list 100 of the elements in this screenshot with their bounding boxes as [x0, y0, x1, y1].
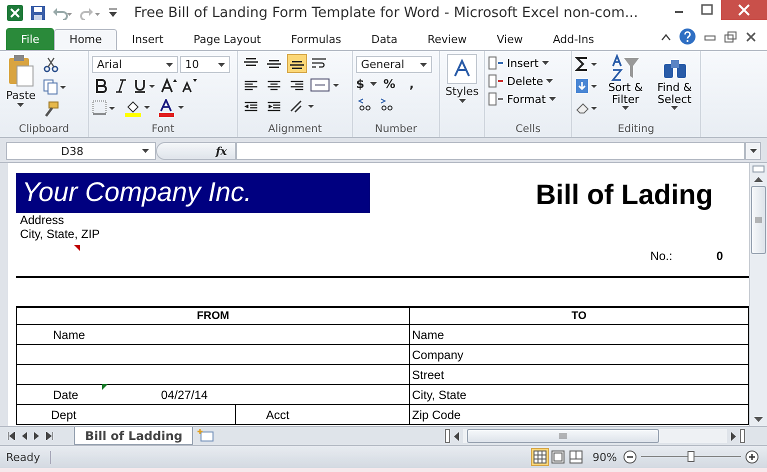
group-label: Number	[374, 123, 418, 137]
fill-icon[interactable]	[575, 78, 599, 94]
ribbon-tab[interactable]: Formulas	[276, 29, 356, 50]
caret-icon	[218, 62, 225, 66]
underline-icon[interactable]	[132, 77, 158, 95]
lines-icon	[267, 60, 281, 68]
name-box[interactable]: D38	[6, 142, 156, 160]
sheet-tab[interactable]: Bill of Ladding	[74, 427, 194, 445]
autosum-icon[interactable]	[575, 56, 599, 72]
scroll-right-icon[interactable]	[731, 432, 736, 440]
normal-view-button[interactable]	[530, 448, 549, 466]
sort-filter-button[interactable]: Sort & Filter	[603, 54, 648, 123]
address-text: Address	[19, 213, 66, 227]
caret-icon	[370, 82, 378, 86]
scroll-down-icon[interactable]	[754, 417, 763, 422]
last-sheet-icon[interactable]	[46, 432, 53, 440]
sort-funnel-icon	[610, 54, 640, 82]
scroll-up-icon[interactable]	[754, 177, 763, 182]
caret-icon	[622, 106, 629, 110]
file-tab[interactable]: File	[6, 28, 54, 50]
horizontal-scrollbar-thumb[interactable]	[467, 429, 659, 443]
window-title: Free Bill of Landing Form Template for Word - Microsoft Excel non-com...	[134, 5, 640, 21]
group-label: Font	[150, 123, 176, 137]
caret-icon	[671, 106, 678, 110]
copy-icon[interactable]	[42, 79, 67, 95]
caret-icon	[458, 99, 466, 103]
split-handle-icon[interactable]	[445, 429, 450, 443]
ribbon-tab[interactable]: Data	[356, 29, 412, 50]
column-header: FROM	[16, 307, 410, 324]
find-select-button[interactable]: Find & Select	[652, 54, 697, 123]
save-icon[interactable]	[30, 5, 46, 21]
restore-icon[interactable]	[724, 30, 737, 42]
insert-function-button[interactable]: fx	[156, 142, 236, 160]
cells-icon	[488, 92, 504, 106]
zoom-slider-thumb[interactable]	[688, 451, 694, 462]
cells-icon	[488, 74, 504, 88]
paste-button[interactable]: Paste	[3, 54, 39, 123]
zoom-level[interactable]: 90%	[592, 450, 617, 464]
next-sheet-icon[interactable]	[34, 432, 39, 440]
group-label: Cells	[514, 123, 542, 137]
number-format-dropdown[interactable]: General	[356, 56, 432, 73]
group-label: Alignment	[267, 123, 323, 137]
font-name-dropdown[interactable]: Arial	[92, 56, 178, 73]
help-icon[interactable]	[679, 28, 696, 45]
table-cell: Name	[410, 324, 748, 344]
document-title: Bill of Lading	[536, 179, 713, 211]
table-cell: Dept	[16, 404, 236, 424]
formula-input[interactable]	[236, 142, 745, 160]
first-sheet-icon[interactable]	[8, 432, 15, 440]
split-handle-icon[interactable]	[740, 429, 745, 443]
minimize-ribbon-icon[interactable]	[661, 32, 671, 40]
decrease-font-size-icon[interactable]	[180, 77, 198, 95]
cut-icon[interactable]	[42, 57, 59, 73]
previous-sheet-icon[interactable]	[22, 432, 27, 440]
zoom-in-icon[interactable]	[745, 450, 759, 464]
percent-button[interactable]: %	[383, 77, 396, 91]
align-bottom-button[interactable]	[287, 54, 307, 73]
status-text: Ready	[6, 450, 52, 464]
currency-button[interactable]: $	[356, 77, 364, 91]
cells-format-button[interactable]: Format	[488, 92, 568, 106]
vertical-scrollbar-thumb[interactable]	[751, 186, 766, 254]
lines-icon	[244, 58, 258, 66]
merge-center-icon[interactable]	[310, 76, 340, 92]
format-painter-icon[interactable]	[42, 101, 59, 117]
ribbon-tab[interactable]: Add-Ins	[538, 29, 610, 50]
cells-insert-button[interactable]: Insert	[488, 56, 568, 70]
zoom-slider[interactable]	[641, 452, 741, 462]
ribbon-tab[interactable]: Page Layout	[178, 29, 276, 50]
styles-button[interactable]: Styles	[442, 54, 482, 123]
scroll-left-icon[interactable]	[454, 432, 459, 440]
fill-color-icon[interactable]	[124, 99, 152, 117]
font-size-dropdown[interactable]: 10	[180, 56, 230, 73]
increase-font-size-icon[interactable]	[160, 77, 178, 95]
close-icon[interactable]	[745, 30, 757, 42]
table-cell: Date 04/27/14	[16, 384, 410, 404]
column-header: TO	[410, 307, 748, 324]
zoom-out-icon[interactable]	[623, 450, 637, 464]
split-handle-icon[interactable]	[752, 165, 765, 173]
layout-view-button[interactable]	[548, 448, 567, 466]
break-view-button[interactable]	[566, 448, 585, 466]
caret-icon	[542, 61, 549, 65]
caret-icon	[420, 62, 427, 66]
cells-delete-button[interactable]: Delete	[488, 74, 568, 88]
minimize-icon[interactable]	[704, 32, 716, 40]
group-label: Editing	[616, 123, 656, 137]
table-cell: Acct	[236, 404, 410, 424]
customize-menu-icon[interactable]	[108, 7, 118, 19]
ribbon-tab[interactable]: Review	[412, 29, 482, 50]
expand-formula-bar-button[interactable]	[745, 142, 761, 160]
table-cell: Company	[410, 344, 748, 364]
company-name-banner: Your Company Inc.	[16, 173, 370, 213]
ribbon-tab[interactable]: View	[482, 29, 538, 50]
group-label: Clipboard	[18, 123, 70, 137]
ribbon-tab[interactable]: Home	[54, 29, 117, 50]
borders-icon[interactable]	[92, 100, 118, 116]
font-color-icon[interactable]	[158, 99, 186, 117]
caret-icon	[546, 79, 554, 83]
ribbon-tab[interactable]: Insert	[116, 29, 178, 50]
comma-button[interactable]: ,	[409, 77, 414, 91]
excel-logo-icon[interactable]	[6, 4, 24, 22]
